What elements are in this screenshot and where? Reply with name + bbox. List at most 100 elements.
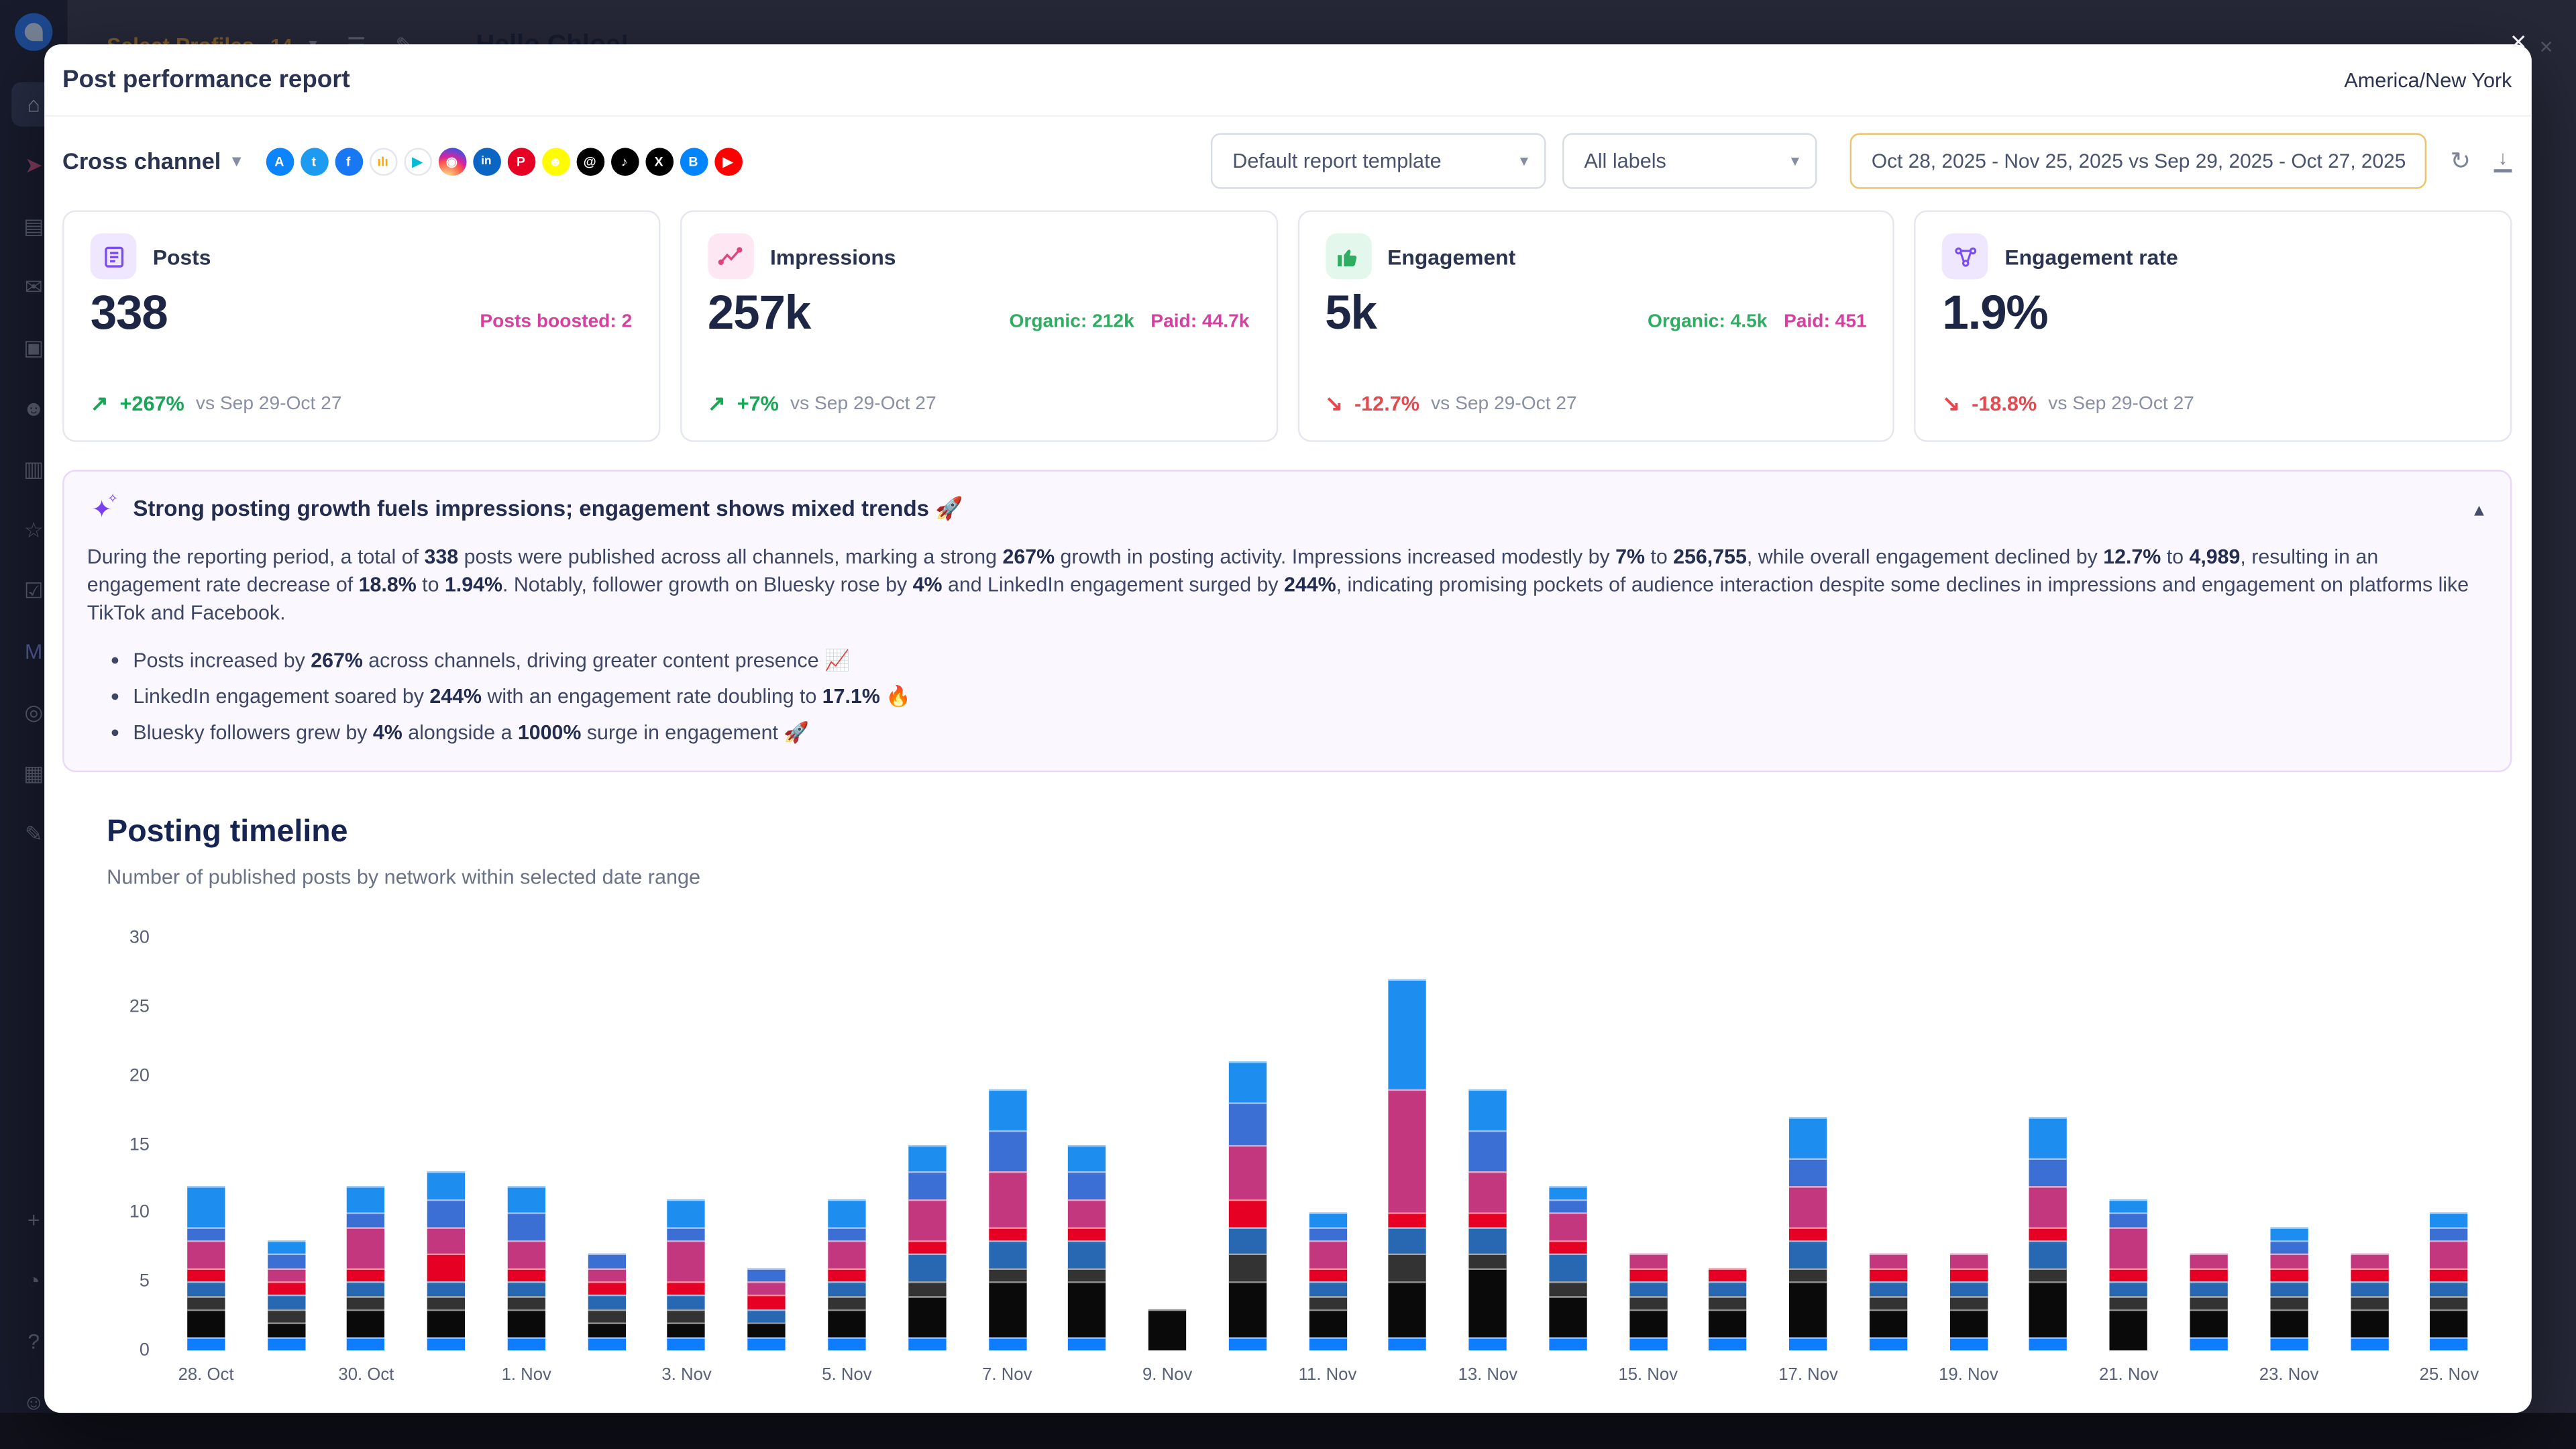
bar-segment-facebook[interactable] [667, 1226, 705, 1240]
bar-segment-bluesky[interactable] [1870, 1337, 1907, 1351]
bar-segment-linkedin[interactable] [2270, 1282, 2308, 1296]
bar-segment-facebook[interactable] [347, 1213, 385, 1227]
network-icon-tiktok[interactable]: ♪ [610, 147, 639, 175]
bar-segment-instagram[interactable] [1789, 1185, 1827, 1226]
network-icon-facebook[interactable]: f [334, 147, 362, 175]
bar-segment-facebook[interactable] [1228, 1103, 1266, 1144]
stacked-bar[interactable] [1549, 1185, 1587, 1350]
bar-segment-instagram[interactable] [347, 1227, 385, 1268]
bar-segment-threads[interactable] [2430, 1295, 2468, 1309]
bar-segment-twitter[interactable] [828, 1199, 865, 1227]
stacked-bar[interactable] [2430, 1213, 2468, 1350]
bar-segment-linkedin[interactable] [908, 1254, 946, 1282]
stacked-bar[interactable] [1228, 1062, 1266, 1350]
bar-segment-instagram[interactable] [588, 1268, 625, 1282]
bar-segment-tiktok[interactable] [828, 1309, 865, 1337]
bar-segment-bluesky[interactable] [1709, 1337, 1747, 1351]
bar-segment-instagram[interactable] [1870, 1254, 1907, 1268]
bar-segment-instagram[interactable] [908, 1199, 946, 1240]
bar-segment-facebook[interactable] [1469, 1130, 1507, 1171]
bar-segment-linkedin[interactable] [588, 1295, 625, 1309]
network-icon-bluesky[interactable]: B [680, 147, 708, 175]
bar-segment-facebook[interactable] [988, 1130, 1026, 1171]
bar-segment-tiktok[interactable] [1709, 1309, 1747, 1337]
bar-segment-pinterest[interactable] [2270, 1268, 2308, 1282]
network-icon-x[interactable]: X [645, 147, 673, 175]
bar-segment-pinterest[interactable] [1949, 1268, 1987, 1282]
bar-segment-twitter[interactable] [988, 1089, 1026, 1130]
bar-segment-tiktok[interactable] [667, 1323, 705, 1337]
bar-segment-tiktok[interactable] [588, 1323, 625, 1337]
bar-segment-tiktok[interactable] [1228, 1281, 1266, 1336]
bar-segment-linkedin[interactable] [347, 1282, 385, 1296]
bar-segment-pinterest[interactable] [1870, 1268, 1907, 1282]
bar-segment-bluesky[interactable] [2350, 1337, 2387, 1351]
bar-segment-twitter[interactable] [508, 1185, 545, 1213]
bar-segment-bluesky[interactable] [187, 1337, 225, 1351]
bar-segment-twitter[interactable] [427, 1172, 465, 1199]
bar-segment-linkedin[interactable] [1228, 1227, 1266, 1254]
bar-segment-linkedin[interactable] [1870, 1282, 1907, 1296]
bar-segment-bluesky[interactable] [1789, 1337, 1827, 1351]
bar-segment-linkedin[interactable] [1469, 1227, 1507, 1254]
stacked-bar[interactable] [1148, 1309, 1186, 1350]
bar-segment-bluesky[interactable] [1549, 1337, 1587, 1351]
bar-segment-bluesky[interactable] [267, 1337, 305, 1351]
bar-segment-facebook[interactable] [748, 1268, 786, 1282]
bar-segment-threads[interactable] [347, 1295, 385, 1309]
stacked-bar[interactable] [908, 1144, 946, 1350]
bar-segment-instagram[interactable] [1549, 1213, 1587, 1240]
stacked-bar[interactable] [1629, 1254, 1667, 1350]
bar-segment-tiktok[interactable] [1549, 1295, 1587, 1336]
bar-segment-instagram[interactable] [2430, 1240, 2468, 1268]
stacked-bar[interactable] [667, 1199, 705, 1350]
bar-segment-pinterest[interactable] [988, 1227, 1026, 1241]
bar-segment-pinterest[interactable] [347, 1268, 385, 1282]
bar-segment-pinterest[interactable] [2110, 1268, 2147, 1282]
bar-segment-instagram[interactable] [988, 1171, 1026, 1226]
bar-segment-linkedin[interactable] [187, 1282, 225, 1296]
bar-segment-threads[interactable] [828, 1295, 865, 1309]
bar-segment-threads[interactable] [1469, 1254, 1507, 1269]
bar-segment-threads[interactable] [1870, 1295, 1907, 1309]
bar-segment-threads[interactable] [427, 1295, 465, 1309]
stacked-bar[interactable] [1469, 1089, 1507, 1350]
bar-segment-bluesky[interactable] [2430, 1337, 2468, 1351]
bar-segment-bluesky[interactable] [1469, 1337, 1507, 1351]
bar-segment-threads[interactable] [1309, 1295, 1346, 1309]
bar-segment-linkedin[interactable] [748, 1309, 786, 1323]
bar-segment-bluesky[interactable] [347, 1337, 385, 1351]
stacked-bar[interactable] [1389, 979, 1426, 1350]
bar-segment-twitter[interactable] [1549, 1185, 1587, 1199]
bar-segment-threads[interactable] [267, 1309, 305, 1323]
bar-segment-facebook[interactable] [828, 1227, 865, 1241]
bar-segment-bluesky[interactable] [2030, 1337, 2068, 1351]
bar-segment-pinterest[interactable] [667, 1281, 705, 1295]
bar-segment-bluesky[interactable] [667, 1337, 705, 1351]
bar-segment-pinterest[interactable] [187, 1268, 225, 1282]
bar-segment-tiktok[interactable] [427, 1309, 465, 1337]
bar-segment-instagram[interactable] [1069, 1199, 1106, 1227]
stacked-bar[interactable] [1870, 1254, 1907, 1350]
bar-segment-instagram[interactable] [2110, 1227, 2147, 1268]
network-icon-twitter[interactable]: t [300, 147, 328, 175]
bar-segment-linkedin[interactable] [427, 1282, 465, 1296]
network-icon-snapchat[interactable]: ☻ [541, 147, 570, 175]
bar-segment-threads[interactable] [1949, 1295, 1987, 1309]
bar-segment-bluesky[interactable] [427, 1337, 465, 1351]
bar-segment-linkedin[interactable] [2350, 1282, 2387, 1296]
network-icon-google-play[interactable]: ▶ [403, 147, 431, 175]
bar-segment-tiktok[interactable] [347, 1309, 385, 1337]
bar-segment-threads[interactable] [908, 1282, 946, 1296]
bar-segment-bluesky[interactable] [1949, 1337, 1987, 1351]
network-icon-pinterest[interactable]: P [507, 147, 535, 175]
network-icon-threads[interactable]: @ [576, 147, 604, 175]
bar-segment-linkedin[interactable] [2110, 1282, 2147, 1296]
bar-segment-facebook[interactable] [1549, 1199, 1587, 1214]
bar-segment-linkedin[interactable] [1309, 1282, 1346, 1296]
bar-segment-pinterest[interactable] [588, 1281, 625, 1295]
report-template-select[interactable]: Default report template ▾ [1211, 133, 1546, 189]
bar-segment-tiktok[interactable] [508, 1309, 545, 1337]
bar-segment-threads[interactable] [2190, 1295, 2228, 1309]
close-report-button[interactable]: × [2510, 26, 2526, 59]
